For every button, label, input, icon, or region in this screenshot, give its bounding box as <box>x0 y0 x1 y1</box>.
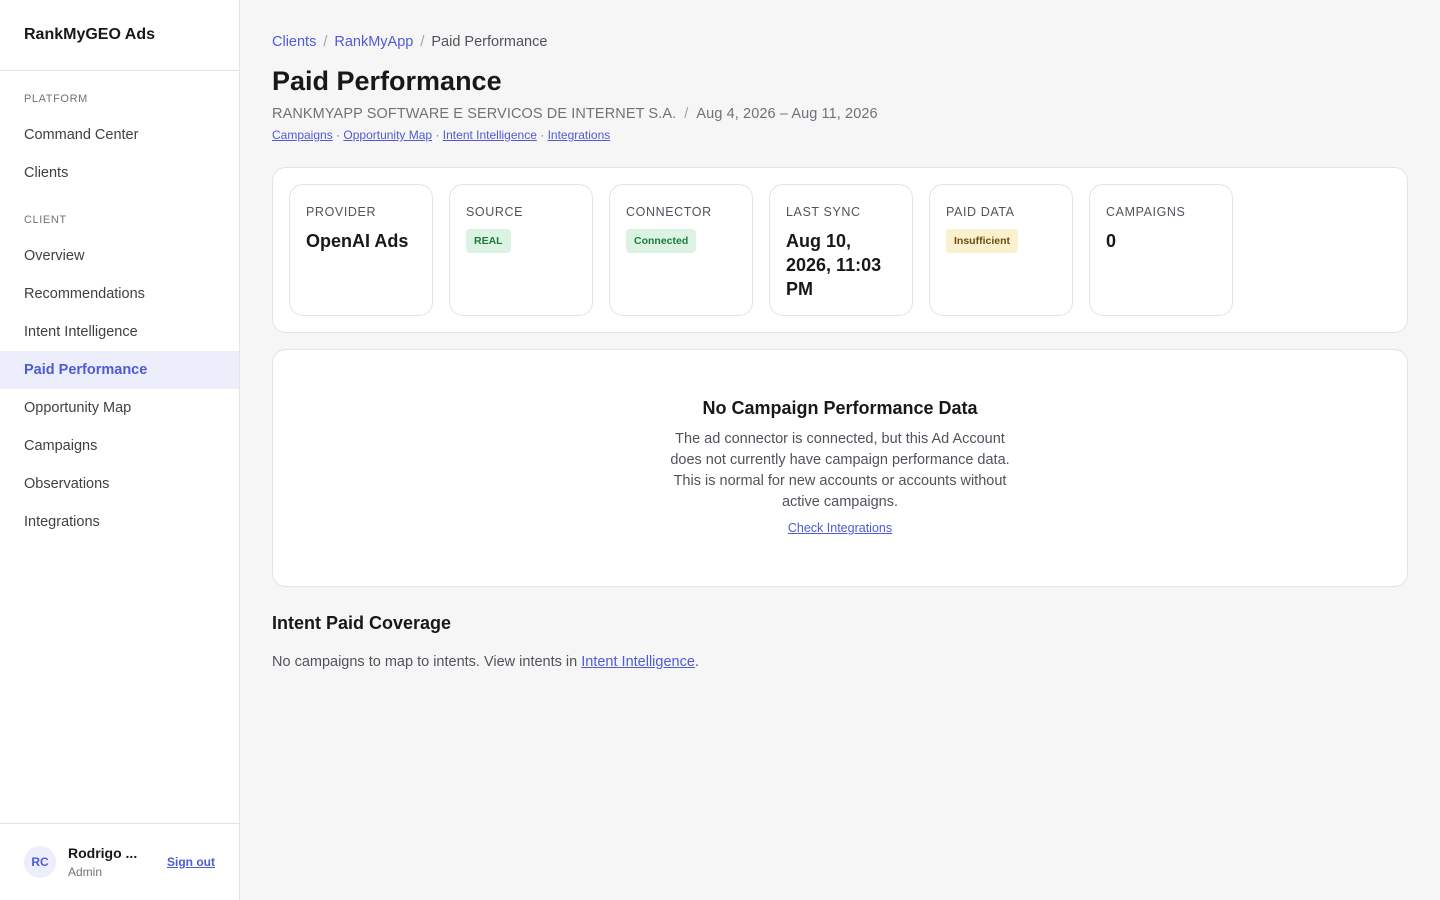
quick-link-opportunity-map[interactable]: Opportunity Map <box>343 128 432 142</box>
user-info: Rodrigo ... Admin <box>68 845 148 879</box>
stat-label: SOURCE <box>466 205 524 219</box>
stat-card-last-sync: LAST SYNC Aug 10, 2026, 11:03 PM <box>769 184 913 316</box>
sidebar-item-intent-intelligence[interactable]: Intent Intelligence <box>0 313 239 351</box>
stat-label: LAST SYNC <box>786 205 861 219</box>
quick-link-intent-intelligence[interactable]: Intent Intelligence <box>443 128 537 142</box>
client-section: CLIENT Overview Recommendations Intent I… <box>0 192 239 541</box>
user-box: RC Rodrigo ... Admin Sign out <box>0 823 239 900</box>
sidebar-item-command-center[interactable]: Command Center <box>0 116 239 154</box>
sidebar-item-overview[interactable]: Overview <box>0 237 239 275</box>
empty-state-description: The ad connector is connected, but this … <box>670 431 1010 510</box>
page-title: Paid Performance <box>272 66 502 96</box>
date-range: Aug 4, 2026 – Aug 11, 2026 <box>696 106 878 122</box>
stat-label: PAID DATA <box>946 205 1015 219</box>
stat-card-provider: PROVIDER OpenAI Ads <box>289 184 433 316</box>
app-root: RankMyGEO Ads PLATFORM Command Center Cl… <box>0 0 1440 900</box>
coverage-text-after: . <box>694 654 699 670</box>
sidebar-item-integrations[interactable]: Integrations <box>0 503 239 541</box>
platform-section: PLATFORM Command Center Clients <box>0 71 239 192</box>
stat-value: OpenAI Ads <box>306 231 409 251</box>
sidebar-item-opportunity-map[interactable]: Opportunity Map <box>0 389 239 427</box>
breadcrumb-separator: / <box>420 34 425 50</box>
stat-value: 0 <box>1106 231 1117 251</box>
user-role: Admin <box>68 865 103 879</box>
breadcrumb-clients[interactable]: Clients <box>272 34 316 50</box>
sidebar: RankMyGEO Ads PLATFORM Command Center Cl… <box>0 0 240 900</box>
stat-card-connector: CONNECTOR Connected <box>609 184 753 316</box>
stat-label: PROVIDER <box>306 205 377 219</box>
connector-status-badge: Connected <box>626 229 697 253</box>
stat-card-source: SOURCE REAL <box>449 184 593 316</box>
stat-value: Aug 10, 2026, 11:03 PM <box>786 231 882 299</box>
coverage-title: Intent Paid Coverage <box>272 613 452 633</box>
breadcrumb-separator: / <box>323 34 328 50</box>
paid-data-badge: Insufficient <box>946 229 1019 253</box>
stat-card-campaigns: CAMPAIGNS 0 <box>1089 184 1233 316</box>
sidebar-item-paid-performance[interactable]: Paid Performance <box>0 351 239 389</box>
stat-label: CAMPAIGNS <box>1106 205 1186 219</box>
sign-out-link[interactable]: Sign out <box>167 855 215 869</box>
quick-links: Campaigns · Opportunity Map · Intent Int… <box>272 128 1408 142</box>
stat-card-paid-data: PAID DATA Insufficient <box>929 184 1073 316</box>
quick-link-separator: · <box>336 128 341 142</box>
quick-link-separator: · <box>540 128 545 142</box>
sidebar-item-observations[interactable]: Observations <box>0 465 239 503</box>
quick-link-separator: · <box>435 128 440 142</box>
avatar: RC <box>24 846 56 878</box>
sidebar-item-clients[interactable]: Clients <box>0 154 239 192</box>
quick-link-campaigns[interactable]: Campaigns <box>272 128 333 142</box>
empty-state-panel: No Campaign Performance Data The ad conn… <box>272 349 1408 587</box>
quick-link-integrations[interactable]: Integrations <box>548 128 611 142</box>
sidebar-item-recommendations[interactable]: Recommendations <box>0 275 239 313</box>
client-heading: CLIENT <box>24 214 67 226</box>
subtitle-separator: / <box>684 106 689 122</box>
stat-label: CONNECTOR <box>626 205 712 219</box>
source-badge: REAL <box>466 229 511 253</box>
platform-heading: PLATFORM <box>24 93 88 105</box>
page-subtitle: RANKMYAPP SOFTWARE E SERVICOS DE INTERNE… <box>272 106 1408 122</box>
user-name: Rodrigo ... <box>68 845 138 861</box>
coverage-text-before: No campaigns to map to intents. View int… <box>272 654 582 670</box>
empty-state-title: No Campaign Performance Data <box>702 398 978 418</box>
main-content: Clients / RankMyApp / Paid Performance Paid … <box>240 0 1440 900</box>
breadcrumb: Clients / RankMyApp / Paid Performance <box>272 34 1408 52</box>
breadcrumb-rankmyapp[interactable]: RankMyApp <box>334 34 413 50</box>
company-name: RANKMYAPP SOFTWARE E SERVICOS DE INTERNE… <box>272 106 677 122</box>
coverage-text: No campaigns to map to intents. View int… <box>272 654 1408 670</box>
sidebar-item-campaigns[interactable]: Campaigns <box>0 427 239 465</box>
breadcrumb-current: Paid Performance <box>431 34 548 50</box>
stats-panel: PROVIDER OpenAI Ads SOURCE REAL CONNECTO… <box>272 167 1408 333</box>
brand-logo[interactable]: RankMyGEO Ads <box>0 0 239 71</box>
check-integrations-link[interactable]: Check Integrations <box>788 521 892 535</box>
sidebar-nav: PLATFORM Command Center Clients CLIENT O… <box>0 71 239 541</box>
intent-intelligence-link[interactable]: Intent Intelligence <box>581 654 695 670</box>
